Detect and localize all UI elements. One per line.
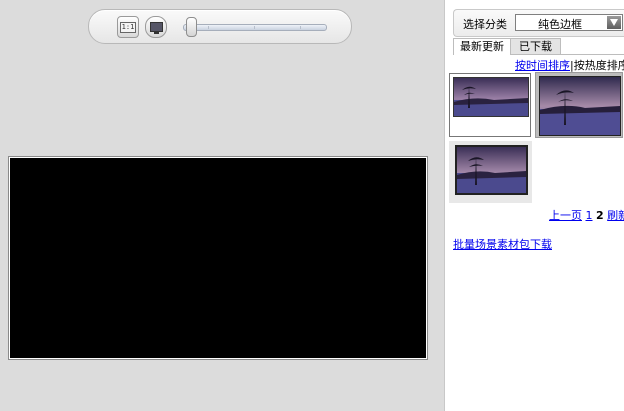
sort-by-time-link[interactable]: 按时间排序 [515,59,570,72]
lake-tree-image [455,145,528,195]
page-link-1[interactable]: 1 [586,209,593,222]
zoom-slider-thumb[interactable] [185,17,197,37]
prev-page-link[interactable]: 上一页 [549,209,582,222]
fit-screen-button[interactable] [145,16,167,38]
sort-options: 按时间排序|按热度排序 [515,57,624,73]
actual-size-button[interactable]: 1:1 [117,16,139,38]
tab-latest[interactable]: 最新更新 [453,38,511,55]
lake-tree-image [453,77,529,117]
category-select[interactable]: 纯色边框 [515,14,623,31]
thumbnail-item[interactable] [449,141,532,203]
actual-size-label: 1:1 [119,21,137,33]
zoom-slider[interactable] [183,24,327,31]
category-bar: 选择分类 纯色边框 [453,9,624,37]
preview-canvas[interactable] [8,156,428,360]
dropdown-arrow-icon[interactable] [607,16,621,29]
category-label: 选择分类 [463,18,507,31]
tab-downloaded[interactable]: 已下载 [510,38,561,54]
monitor-icon [149,22,163,34]
tab-bar: 最新更新 已下载 [453,38,624,55]
preview-stage: 1:1 [0,0,444,411]
zoom-toolbar: 1:1 [88,9,352,44]
refresh-link[interactable]: 刷新 [607,209,624,222]
thumbnail-item[interactable] [449,73,531,137]
category-value: 纯色边框 [538,18,582,31]
bulk-download-link[interactable]: 批量场景素材包下载 [453,236,552,252]
thumbnail-item[interactable] [535,72,623,138]
lake-tree-image [539,76,621,136]
current-page: 2 [596,209,604,222]
material-panel: 选择分类 纯色边框 最新更新 已下载 按时间排序|按热度排序 上一页 1 2 刷… [444,0,624,411]
slider-tick [300,26,301,29]
sort-by-popularity-link[interactable]: 按热度排序 [574,59,624,72]
slider-tick [254,26,255,29]
pagination: 上一页 1 2 刷新 [549,207,624,223]
slider-tick [208,26,209,29]
